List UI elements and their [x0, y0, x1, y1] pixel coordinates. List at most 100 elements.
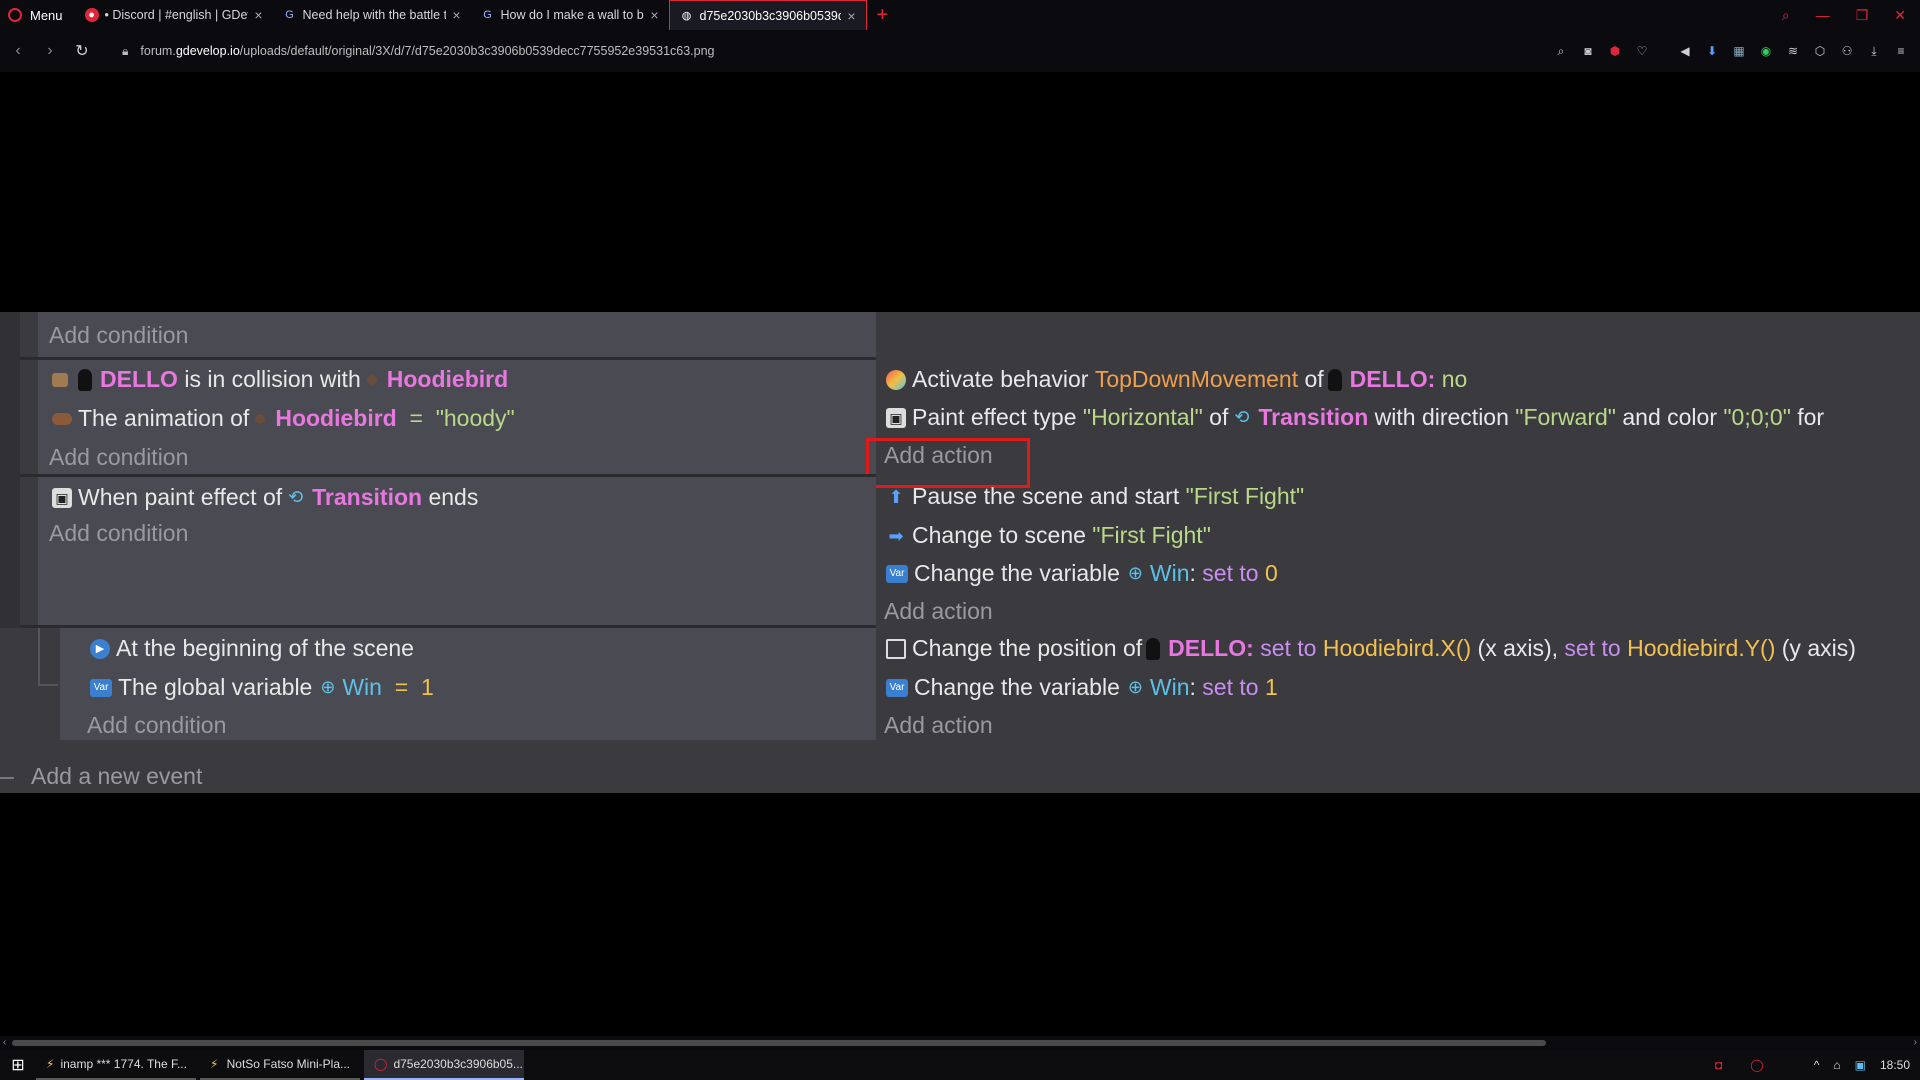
event-gutter	[0, 312, 20, 628]
action-pause-scene[interactable]: ⬆ Pause the scene and start "First Fight…	[886, 483, 1304, 510]
condition-collision[interactable]: DELLO is in collision with Hoodiebird	[52, 366, 508, 393]
action-change-position[interactable]: Change the position of DELLO: set to Hoo…	[886, 635, 1856, 662]
add-condition-link[interactable]: Add condition	[87, 712, 226, 739]
operator: set to	[1260, 635, 1317, 661]
windows-start-icon[interactable]: ⊞	[0, 1055, 36, 1075]
extension-icon[interactable]: ▦	[1732, 44, 1746, 58]
action-activate-behavior[interactable]: Activate behavior TopDownMovement of DEL…	[886, 366, 1467, 393]
object-name: Transition	[312, 484, 423, 510]
string-value: "First Fight"	[1185, 483, 1305, 509]
object-name: Hoodiebird	[386, 366, 509, 392]
menu-label: Menu	[30, 7, 63, 23]
close-icon[interactable]: ×	[650, 7, 658, 23]
tab-discord[interactable]: ● • Discord | #english | GDev ×	[75, 0, 273, 30]
globe-icon: ◍	[681, 10, 692, 22]
action-text: Pause the scene and start	[912, 483, 1180, 509]
back-icon[interactable]: ‹	[4, 42, 32, 60]
add-condition-link[interactable]: Add condition	[49, 520, 188, 547]
scroll-right-icon[interactable]: ›	[1914, 1036, 1917, 1050]
restore-icon[interactable]: ❐	[1856, 7, 1869, 24]
close-icon[interactable]: ×	[452, 7, 460, 23]
sub-event-connector	[38, 628, 40, 684]
dello-sprite-icon	[1146, 637, 1161, 660]
url-field[interactable]: forum.gdevelop.io/uploads/default/origin…	[140, 44, 714, 58]
tab-image-active[interactable]: ◍ d75e2030b3c3906b0539de ×	[668, 0, 867, 30]
antivirus-icon[interactable]: ◘	[1715, 1058, 1722, 1072]
add-new-event-link[interactable]: Add a new event	[31, 763, 202, 790]
action-change-scene[interactable]: ➡ Change to scene "First Fight"	[886, 522, 1210, 549]
condition-global-variable[interactable]: Var The global variable ⊕ Win = 1	[90, 674, 434, 701]
whatsapp-icon[interactable]: ◉	[1759, 44, 1773, 58]
search-icon[interactable]: ⌕	[1782, 7, 1790, 24]
discord-icon: ●	[84, 8, 99, 22]
horizontal-scrollbar[interactable]: ‹ ›	[0, 1036, 1920, 1050]
clock[interactable]: 18:50	[1880, 1058, 1910, 1072]
toolbar-icons: ⌕ ◙ ⬢ ♡ ◀ ⬇ ▦ ◉ ≋ ⬡ ⚇ ⤓ ≡	[1554, 44, 1920, 59]
reload-icon[interactable]: ↻	[68, 41, 96, 61]
speaker-icon[interactable]: ◀	[1678, 44, 1692, 58]
tab-label: Need help with the battle t	[302, 8, 447, 22]
condition-text: is in collision with	[184, 366, 361, 392]
tab-need-help[interactable]: G Need help with the battle t ×	[273, 0, 471, 30]
condition-animation[interactable]: The animation of Hoodiebird = "hoody"	[52, 405, 515, 432]
rss-icon[interactable]: ≋	[1786, 44, 1800, 58]
opera-tray-icon[interactable]: ◯	[1750, 1058, 1763, 1072]
heart-icon[interactable]: ♡	[1635, 44, 1649, 58]
close-icon[interactable]: ×	[847, 8, 855, 24]
action-text: and color	[1622, 404, 1717, 430]
add-action-link[interactable]: Add action	[884, 712, 993, 739]
add-action-link[interactable]: Add action	[884, 598, 993, 625]
action-text: Change to scene	[912, 522, 1086, 548]
downloads-icon[interactable]: ⤓	[1867, 44, 1881, 58]
number-value: 0	[1264, 560, 1278, 586]
action-change-variable[interactable]: Var Change the variable ⊕ Win: set to 0	[886, 560, 1278, 587]
variable-name: Win	[1149, 560, 1190, 586]
colon: :	[1189, 560, 1196, 586]
new-tab-button[interactable]: +	[867, 4, 899, 27]
close-icon[interactable]: ×	[254, 7, 262, 23]
action-text: for	[1797, 404, 1825, 430]
variable-icon: Var	[886, 678, 908, 697]
transition-icon: ⟲	[1234, 407, 1250, 427]
menu-lines-icon[interactable]: ≡	[1894, 44, 1908, 58]
tab-how-do-i[interactable]: G How do I make a wall to be ×	[471, 0, 669, 30]
tab-label: How do I make a wall to be	[500, 8, 645, 22]
action-text: Change the position of	[912, 635, 1143, 661]
system-tray: ◘ ◯ ^ ⌂ ▣ 18:50	[1715, 1058, 1920, 1072]
network-icon[interactable]: ▣	[1855, 1058, 1866, 1072]
adblock-shield-icon[interactable]: ⬢	[1608, 44, 1622, 58]
download-arrow-icon[interactable]: ⬇	[1705, 44, 1719, 58]
hoodiebird-sprite-icon	[366, 374, 377, 385]
action-change-variable[interactable]: Var Change the variable ⊕ Win: set to 1	[886, 674, 1278, 701]
sub-event-connector	[38, 684, 58, 686]
add-event-marker	[0, 777, 14, 779]
add-condition-link[interactable]: Add condition	[49, 322, 188, 349]
taskbar-item-opera[interactable]: ◯ d75e2030b3c3906b05...	[364, 1050, 524, 1080]
zoom-icon[interactable]: ⌕	[1554, 44, 1568, 58]
object-name: DELLO	[100, 366, 178, 392]
taskbar-item-miniplayer[interactable]: ⚡ NotSo Fatso Mini-Pla...	[200, 1050, 360, 1080]
browser-menu-button[interactable]: Menu	[0, 0, 75, 30]
scroll-left-icon[interactable]: ‹	[3, 1036, 6, 1050]
close-window-icon[interactable]: ✕	[1894, 7, 1906, 24]
condition-text: When paint effect of	[78, 484, 283, 510]
profile-icon[interactable]: ⚇	[1840, 44, 1854, 58]
taskbar-item-winamp[interactable]: ⚡ inamp *** 1774. The F...	[36, 1050, 196, 1080]
opera-logo-icon	[8, 8, 22, 22]
camera-icon[interactable]: ◙	[1581, 44, 1595, 58]
expression: Hoodiebird.Y()	[1627, 635, 1776, 661]
minimize-icon[interactable]: —	[1816, 7, 1830, 23]
gamepad-icon[interactable]: ⌂	[1833, 1058, 1840, 1072]
action-paint-effect[interactable]: ▣ Paint effect type "Horizontal" of ⟲ Tr…	[886, 404, 1824, 431]
gdevelop-icon: G	[285, 9, 294, 21]
chevron-up-icon[interactable]: ^	[1814, 1058, 1820, 1072]
behavior-icon	[886, 369, 906, 390]
condition-paint-effect-ends[interactable]: ▣ When paint effect of ⟲ Transition ends	[52, 484, 478, 511]
variable-icon: Var	[90, 678, 112, 697]
forward-icon[interactable]: ›	[36, 42, 64, 60]
cube-icon[interactable]: ⬡	[1813, 44, 1827, 58]
object-name: Hoodiebird	[275, 405, 397, 431]
condition-beginning-of-scene[interactable]: ▶ At the beginning of the scene	[90, 635, 414, 662]
scrollbar-thumb[interactable]	[12, 1040, 1546, 1046]
add-condition-link[interactable]: Add condition	[49, 444, 188, 471]
